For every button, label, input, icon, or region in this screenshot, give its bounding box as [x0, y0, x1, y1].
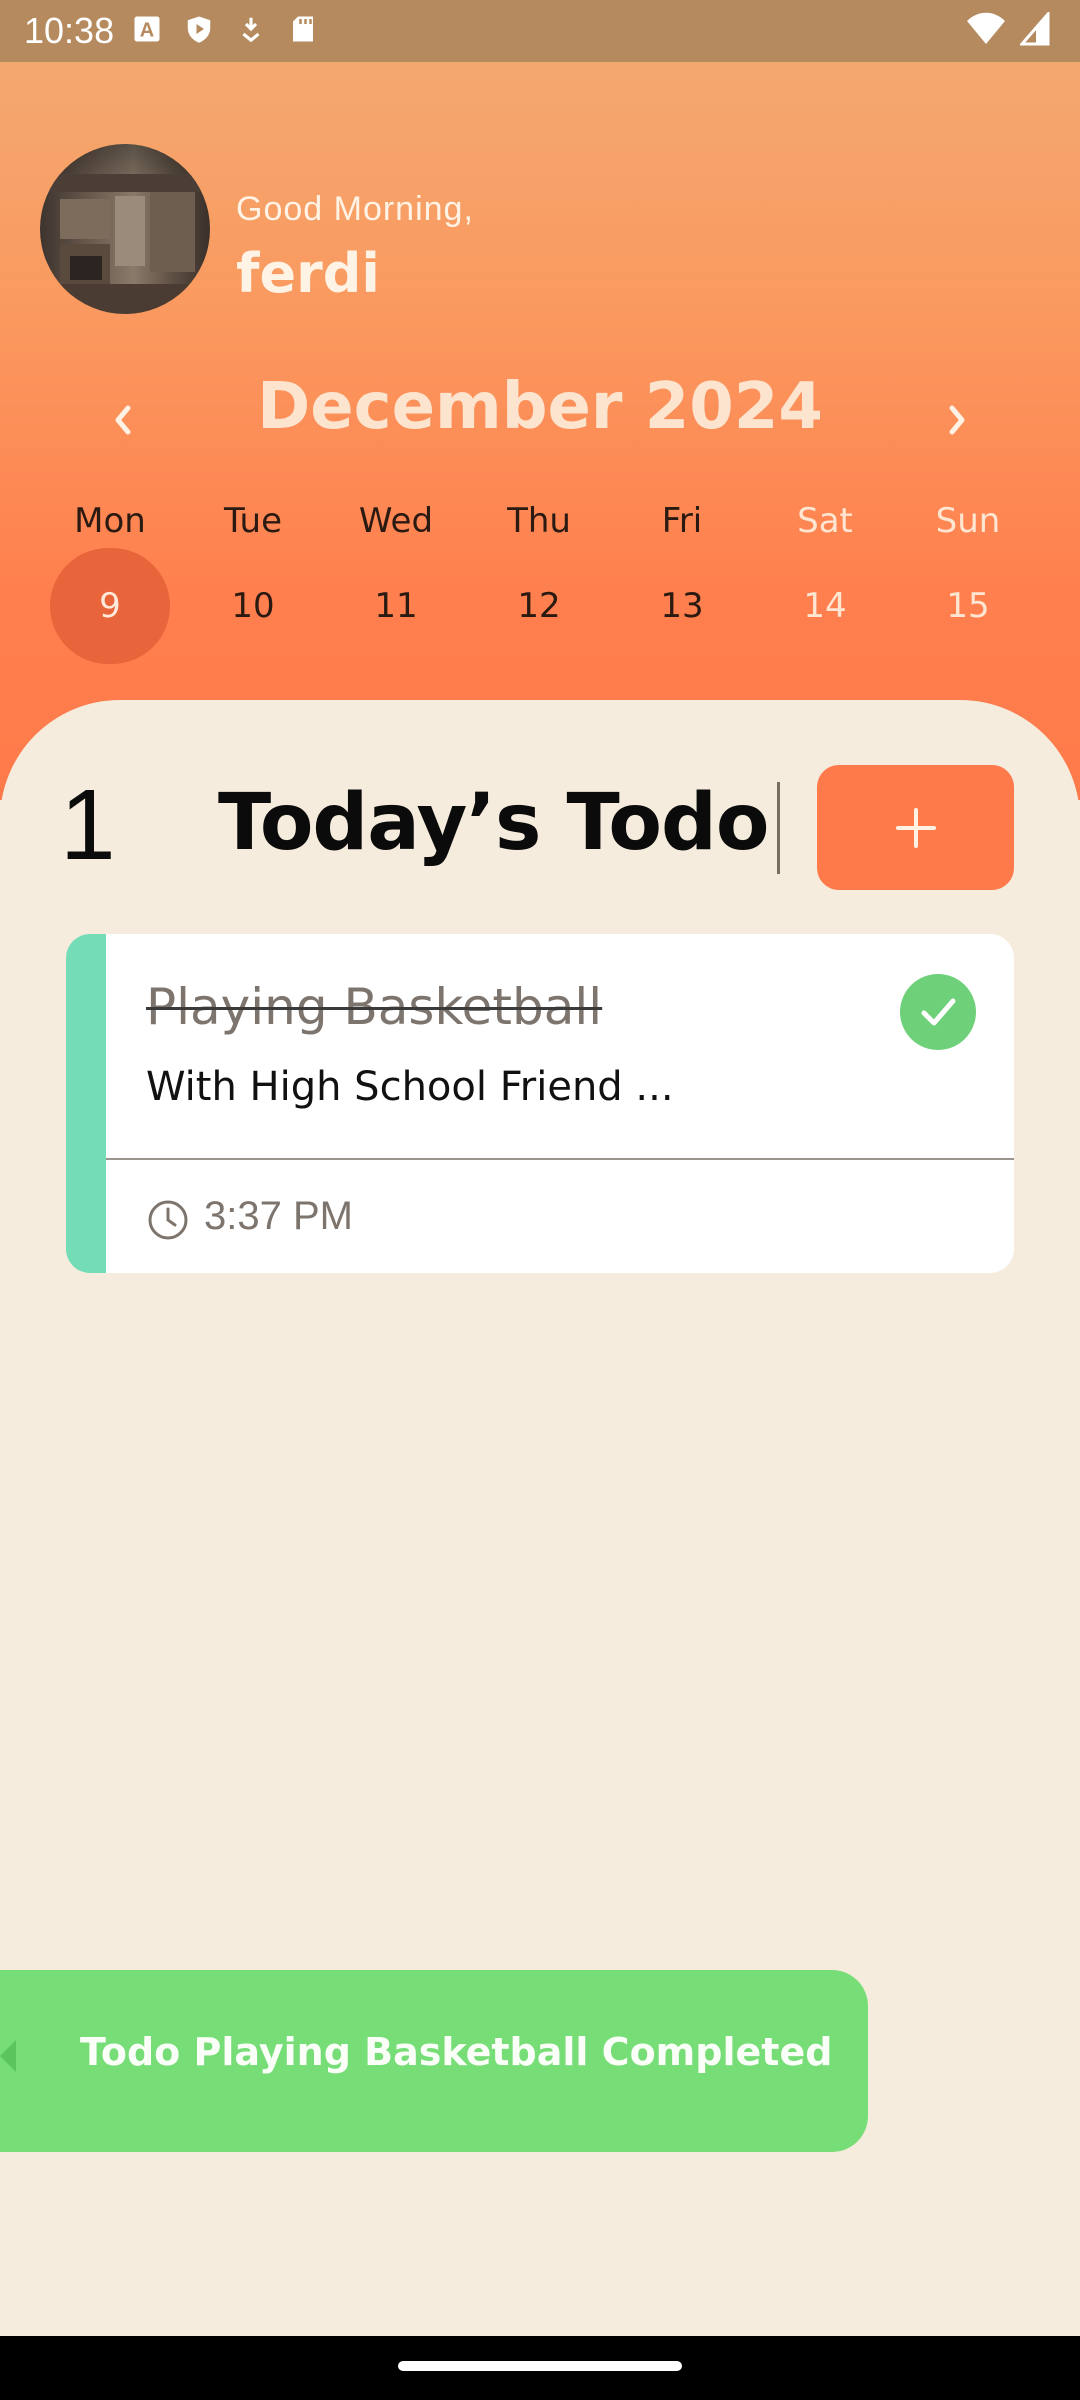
add-todo-button[interactable] [817, 765, 1014, 890]
todo-count: 1 [60, 769, 116, 881]
todo-heading: Today’s Todo [218, 778, 769, 868]
snackbar-handle-icon [0, 2040, 16, 2072]
font-icon: A [134, 16, 160, 42]
day-name: Sun [935, 501, 1001, 541]
day-name: Thu [507, 501, 571, 541]
day-tue[interactable]: Tue 10 [191, 495, 315, 675]
notification-icons: A [132, 14, 318, 44]
day-sat[interactable]: Sat 14 [763, 495, 887, 675]
signal-icon [1020, 12, 1050, 46]
todo-divider [106, 1158, 1014, 1160]
day-date: 14 [803, 586, 847, 626]
avatar[interactable] [40, 144, 210, 314]
day-date: 15 [946, 586, 990, 626]
chevron-right-icon [949, 405, 965, 435]
shield-icon [187, 16, 211, 43]
username: ferdi [236, 242, 380, 305]
day-mon[interactable]: Mon 9 [48, 495, 172, 675]
heading-divider [777, 782, 780, 874]
todo-subtitle: With High School Friend ... [146, 1064, 674, 1110]
status-bar: 10:38 A [0, 0, 1080, 62]
day-name: Wed [358, 501, 434, 541]
day-date: 13 [660, 586, 704, 626]
sd-card-icon [293, 16, 313, 42]
day-date: 11 [374, 586, 418, 626]
clock-icon [148, 1200, 188, 1240]
day-date: 12 [517, 586, 561, 626]
previous-month-button[interactable] [93, 390, 153, 450]
plus-icon [895, 807, 936, 848]
wifi-icon [967, 12, 1005, 44]
status-time: 10:38 [24, 10, 115, 51]
todo-time: 3:37 PM [204, 1194, 353, 1238]
snackbar-message: Todo Playing Basketball Completed [80, 2030, 833, 2074]
day-name: Mon [74, 501, 146, 541]
day-date: 10 [231, 586, 275, 626]
chevron-left-icon [115, 405, 131, 435]
todo-item[interactable]: Playing Basketball With High School Frie… [66, 934, 1014, 1273]
day-sun[interactable]: Sun 15 [906, 495, 1030, 675]
svg-text:A: A [140, 20, 154, 42]
day-thu[interactable]: Thu 12 [477, 495, 601, 675]
home-indicator[interactable] [398, 2361, 682, 2371]
day-name: Sat [797, 501, 853, 541]
system-icons [966, 12, 1050, 46]
snackbar[interactable]: Todo Playing Basketball Completed [0, 1970, 868, 2152]
greeting-text: Good Morning, [236, 190, 474, 228]
week-strip: Mon 9 Tue 10 Wed 11 Thu 12 Fri 13 Sat 14… [0, 495, 1080, 675]
todo-accent-bar [66, 934, 106, 1273]
todo-complete-toggle[interactable] [900, 974, 976, 1050]
todo-title: Playing Basketball [146, 978, 603, 1036]
month-title: December 2024 [257, 370, 823, 444]
day-date-selected: 9 [50, 548, 170, 664]
day-wed[interactable]: Wed 11 [334, 495, 458, 675]
day-name: Fri [661, 501, 703, 541]
day-name: Tue [223, 501, 283, 541]
next-month-button[interactable] [927, 390, 987, 450]
day-fri[interactable]: Fri 13 [620, 495, 744, 675]
avatar-photo [40, 174, 210, 314]
check-icon [921, 998, 956, 1026]
download-icon [242, 17, 260, 43]
